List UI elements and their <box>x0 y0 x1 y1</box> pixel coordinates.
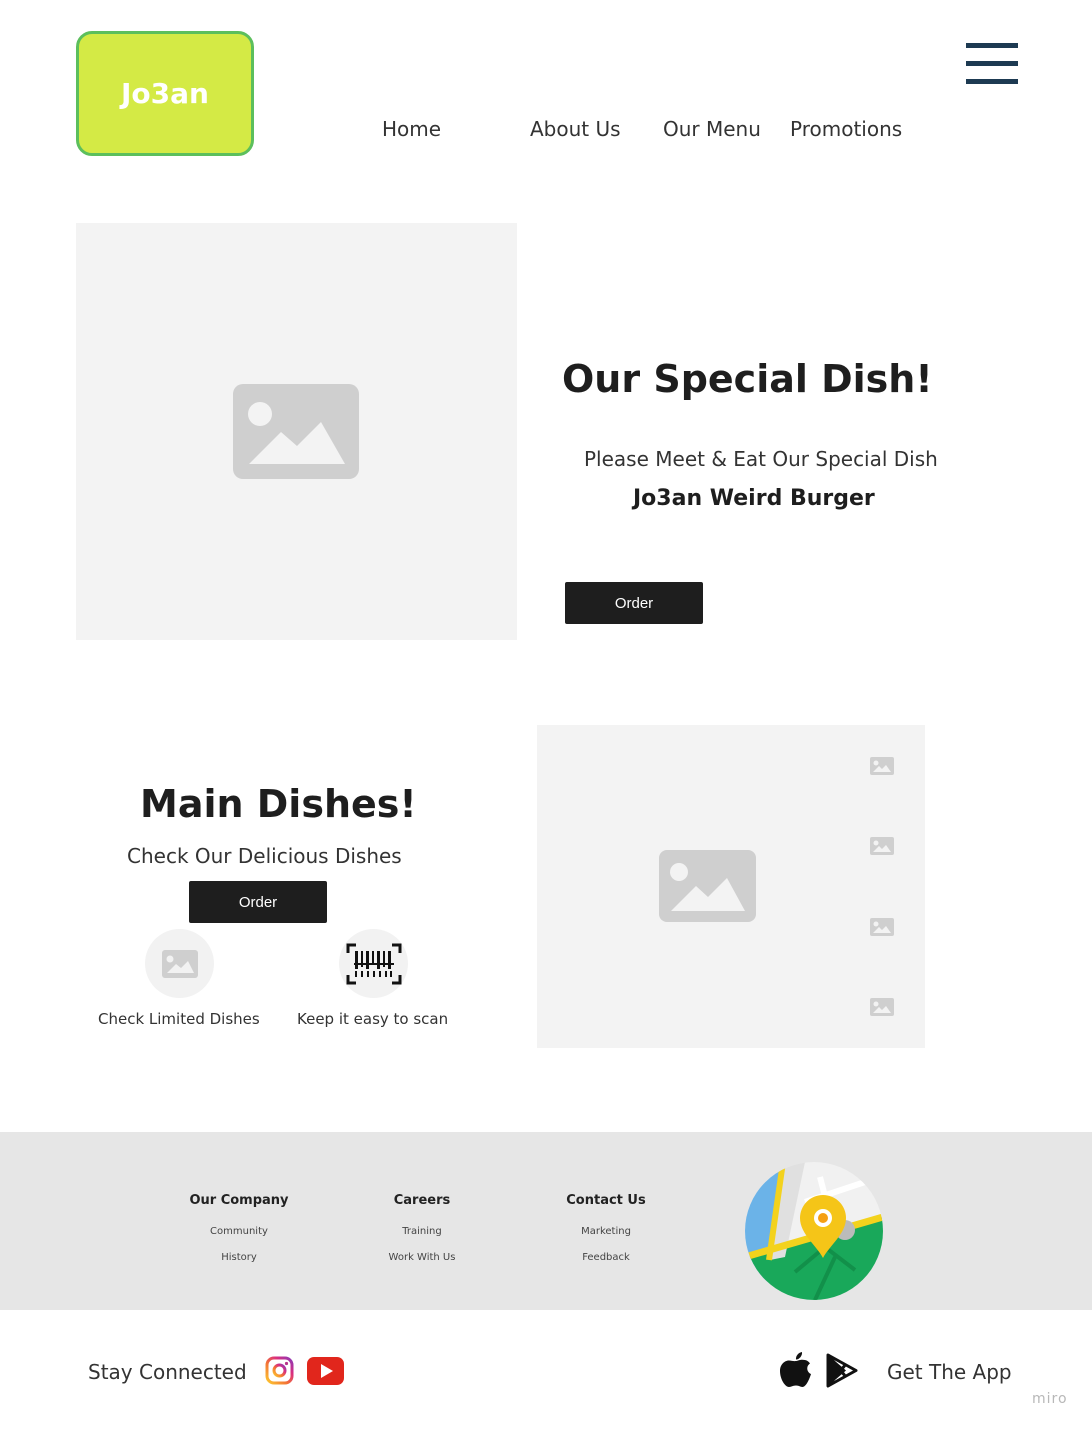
nav-home[interactable]: Home <box>382 117 441 141</box>
footer-link-feedback[interactable]: Feedback <box>556 1252 656 1263</box>
main-dishes-title: Main Dishes! <box>140 782 417 826</box>
thumbnail-icon-3[interactable] <box>870 918 894 936</box>
footer-link-marketing[interactable]: Marketing <box>556 1226 656 1237</box>
footer-link-work-with-us[interactable]: Work With Us <box>372 1252 472 1263</box>
brand-logo[interactable]: Jo3an <box>76 31 254 156</box>
footer-link-history[interactable]: History <box>189 1252 289 1263</box>
thumbnail-icon-1[interactable] <box>870 757 894 775</box>
scan-badge[interactable] <box>339 929 408 998</box>
hamburger-icon[interactable] <box>966 43 1018 87</box>
image-icon <box>161 949 198 978</box>
footer-link-community[interactable]: Community <box>189 1226 289 1237</box>
stay-connected-label: Stay Connected <box>88 1360 247 1384</box>
watermark: miro <box>1032 1391 1068 1407</box>
image-placeholder-icon <box>233 384 359 479</box>
thumbnail-icon-4[interactable] <box>870 998 894 1016</box>
footer-heading-our-company: Our Company <box>189 1193 289 1208</box>
youtube-icon[interactable] <box>307 1357 344 1385</box>
logo-text: Jo3an <box>121 77 209 110</box>
instagram-icon[interactable] <box>265 1356 294 1385</box>
nav-about-us[interactable]: About Us <box>530 117 621 141</box>
map-pin-icon[interactable] <box>745 1162 883 1300</box>
main-dishes-subtitle: Check Our Delicious Dishes <box>127 844 402 868</box>
main-dishes-gallery <box>537 725 925 1048</box>
special-dish-image <box>76 223 517 640</box>
footer-heading-careers: Careers <box>393 1193 451 1208</box>
thumbnail-icon-2[interactable] <box>870 837 894 855</box>
main-dishes-order-button[interactable]: Order <box>189 881 327 923</box>
special-dish-subtitle: Please Meet & Eat Our Special Dish <box>584 447 938 471</box>
special-dish-name: Jo3an Weird Burger <box>633 486 875 511</box>
footer <box>0 1132 1092 1310</box>
get-the-app-label: Get The App <box>887 1360 1012 1384</box>
footer-link-training[interactable]: Training <box>372 1226 472 1237</box>
footer-heading-contact-us: Contact Us <box>566 1193 646 1208</box>
limited-dishes-badge[interactable] <box>145 929 214 998</box>
barcode-icon <box>346 943 401 984</box>
feature-label-limited: Check Limited Dishes <box>98 1010 260 1028</box>
nav-our-menu[interactable]: Our Menu <box>663 117 761 141</box>
image-placeholder-icon <box>659 850 756 922</box>
nav-promotions[interactable]: Promotions <box>790 117 902 141</box>
apple-icon[interactable] <box>780 1352 811 1389</box>
feature-label-scan: Keep it easy to scan <box>297 1010 449 1028</box>
special-dish-title: Our Special Dish! <box>562 357 933 401</box>
google-play-icon[interactable] <box>826 1353 858 1388</box>
special-order-button[interactable]: Order <box>565 582 703 624</box>
